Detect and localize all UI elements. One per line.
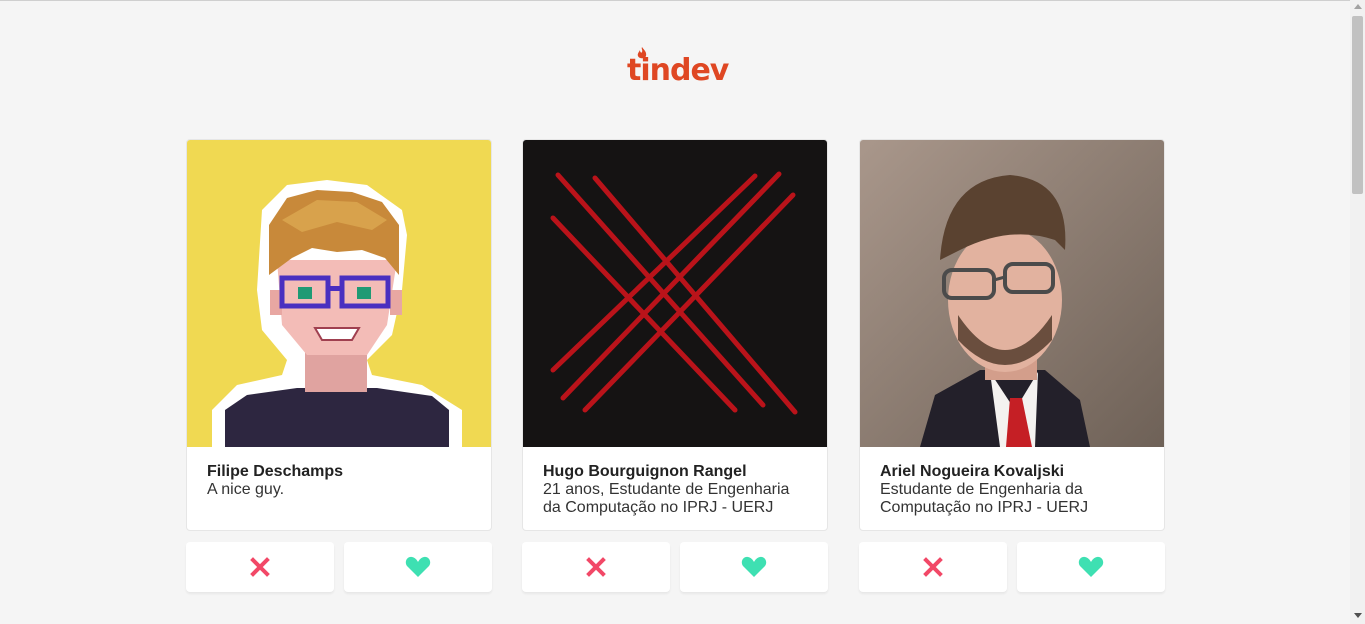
scrollbar-thumb[interactable] [1352,16,1363,194]
dev-bio: Estudante de Engenharia da Computação no… [880,481,1089,516]
red-claw-x-avatar [523,140,827,447]
tindev-logo[interactable]: tindev [627,47,737,91]
close-icon [586,557,606,577]
window-top-border [0,0,1351,1]
like-button[interactable] [1017,542,1165,592]
dev-card: Ariel Nogueira Kovaljski Estudante de En… [859,139,1165,531]
like-button[interactable] [344,542,492,592]
dev-bio: A nice guy. [207,481,285,498]
heart-icon [405,556,431,577]
portrait-photo [860,140,1164,447]
dislike-button[interactable] [859,542,1007,592]
dev-bio: 21 anos, Estudante de Engenharia da Comp… [543,481,790,516]
like-button[interactable] [680,542,828,592]
scroll-up-arrow-icon[interactable] [1354,4,1362,9]
heart-icon [1078,556,1104,577]
dev-name: Filipe Deschamps [207,463,344,480]
dev-name: Hugo Bourguignon Rangel [543,463,747,480]
logo-text: tindev [627,53,729,88]
dev-card: Filipe Deschamps A nice guy. [186,139,492,531]
close-icon [250,557,270,577]
close-icon [923,557,943,577]
scroll-down-arrow-icon[interactable] [1354,613,1362,618]
dislike-button[interactable] [522,542,670,592]
dev-name: Ariel Nogueira Kovaljski [880,463,1065,480]
pixel-art-avatar [187,140,491,447]
heart-icon [741,556,767,577]
vertical-scrollbar[interactable] [1350,0,1365,624]
dev-card: Hugo Bourguignon Rangel 21 anos, Estudan… [522,139,828,531]
dislike-button[interactable] [186,542,334,592]
